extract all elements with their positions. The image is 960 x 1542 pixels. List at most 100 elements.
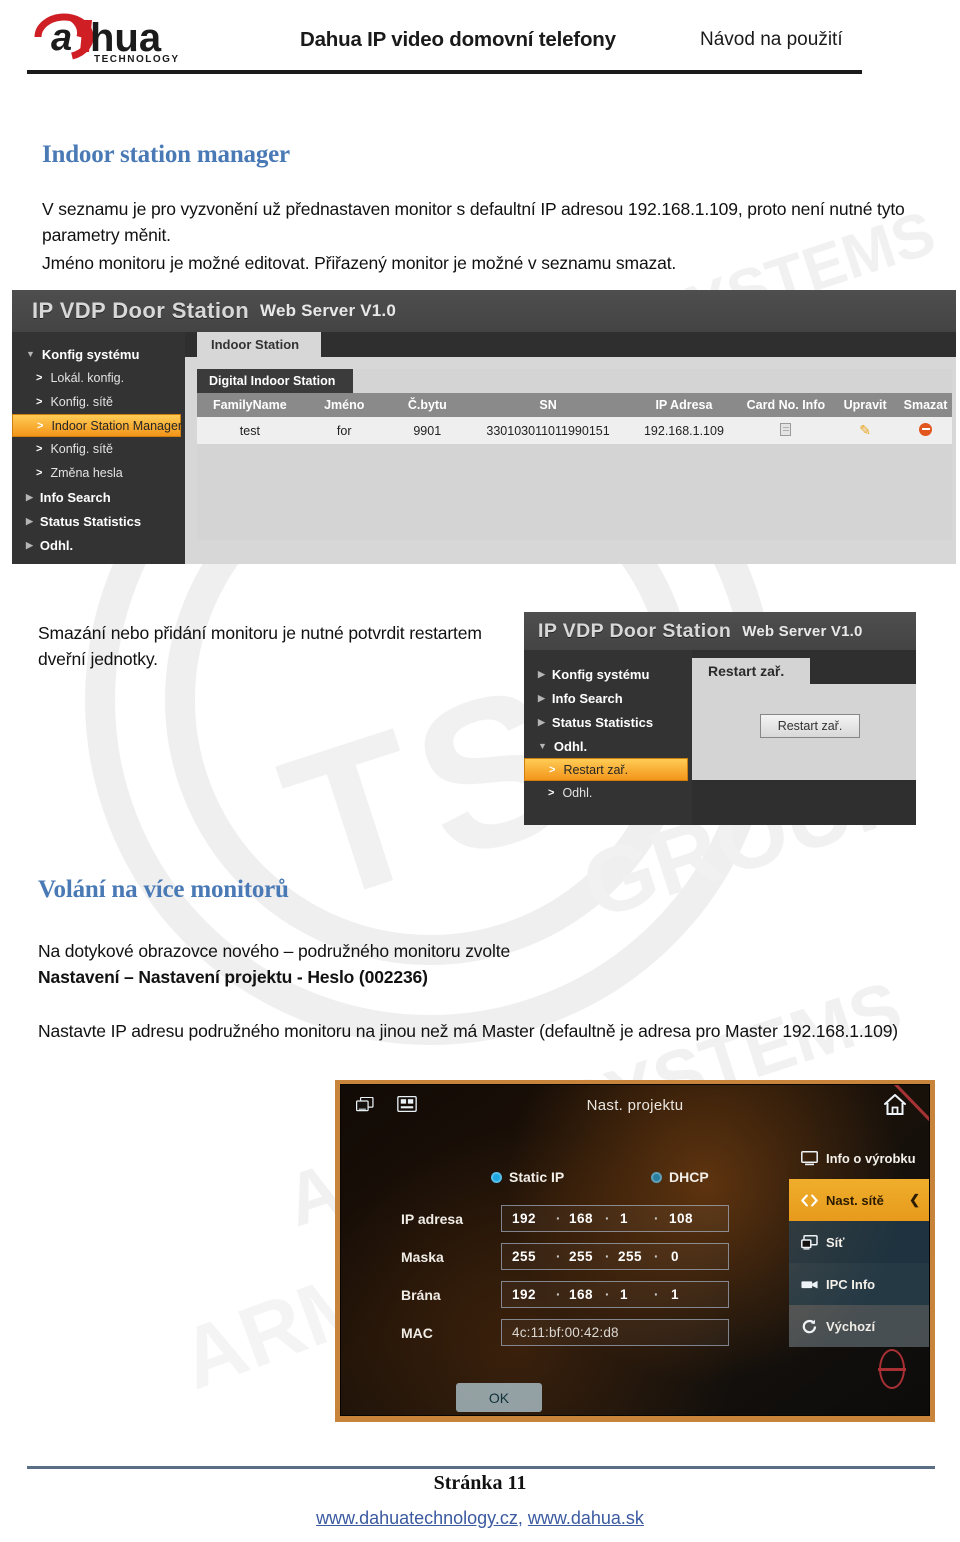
sidebar-item-odhl[interactable]: ▶ Odhl.: [12, 533, 185, 557]
cell-upravit[interactable]: ✎: [831, 417, 900, 444]
indoor-station-table: FamilyName Jméno Č.bytu SN IP Adresa Car…: [197, 393, 952, 444]
sidebar-item-label: Konfig. sítě: [50, 395, 113, 409]
home-icon[interactable]: [883, 1093, 907, 1116]
sidebar-item-konfig-systemu[interactable]: ▶ Konfig systému: [524, 662, 692, 686]
column-header-upravit: Upravit: [831, 393, 900, 417]
brana-input[interactable]: 192 · 168 · 1 · 1: [501, 1281, 729, 1308]
sidebar-item-odhl[interactable]: ▼ Odhl.: [524, 734, 692, 758]
sidebar-item-label: Konfig. sítě: [50, 442, 113, 456]
table-row[interactable]: test for 9901 330103011011990151 192.168…: [197, 417, 952, 444]
footer-page-label: Stránka 11: [421, 1472, 539, 1494]
caret-down-icon: ▼: [538, 741, 547, 751]
network-icon: [801, 1234, 818, 1250]
sidebar-item-zmena-hesla[interactable]: > Změna hesla: [12, 461, 185, 485]
caret-right-icon: ▶: [538, 668, 545, 679]
field-brana: Brána 192 · 168 · 1 · 1: [401, 1281, 729, 1308]
sidebar-item-label: Status Statistics: [39, 513, 142, 529]
side-item-label: Nast. sítě: [826, 1192, 884, 1208]
radio-static-ip[interactable]: Static IP: [491, 1169, 564, 1185]
side-item-label: IPC Info: [826, 1276, 876, 1292]
field-label: Maska: [401, 1248, 444, 1265]
ip-mode-radio-group: Static IP DHCP: [491, 1169, 771, 1189]
sidebar-item-indoor-station-manager[interactable]: > Indoor Station Manager: [12, 414, 183, 437]
chevron-right-icon: >: [548, 787, 555, 799]
field-label: MAC: [401, 1324, 433, 1341]
screen-side-menu: Info o výrobku Nast. sítě ❮ Síť IPC Info…: [789, 1137, 929, 1347]
link-dahua-sk[interactable]: www.dahua.sk: [528, 1508, 644, 1528]
cell-familyname: test: [197, 417, 303, 444]
paragraph-indoor-2: Jméno monitoru je možné editovat. Přiřaz…: [42, 253, 677, 273]
sidebar-item-konfig-site-2[interactable]: > Konfig. sítě: [12, 437, 185, 461]
cell-jmeno: for: [302, 417, 386, 444]
side-item-sit[interactable]: Síť: [789, 1221, 929, 1263]
header-subtitle: Návod na použití: [700, 29, 843, 50]
side-item-ipc-info[interactable]: IPC Info: [789, 1263, 929, 1305]
sidebar-item-lokal-konfig[interactable]: > Lokál. konfig.: [12, 366, 185, 390]
radio-label: DHCP: [669, 1169, 709, 1185]
monitor-icon: [801, 1150, 818, 1165]
tab-indoor-station[interactable]: Indoor Station: [197, 332, 322, 357]
sidebar-item-label: Změna hesla: [50, 466, 123, 480]
sidebar-item-status-statistics[interactable]: ▶ Status Statistics: [524, 710, 692, 734]
panel-empty-area: [197, 444, 952, 540]
ok-button[interactable]: OK: [456, 1383, 542, 1412]
link-dahuatechnology-cz[interactable]: www.dahuatechnology.cz: [316, 1508, 518, 1528]
gw-octet-4: 1: [671, 1287, 680, 1302]
column-header-sn: SN: [468, 393, 628, 417]
vdp-titlebar: IP VDP Door Station Web Server V1.0: [12, 290, 956, 332]
field-mac: MAC 4c:11:bf:00:42:d8: [401, 1319, 729, 1346]
column-header-familyname: FamilyName: [197, 393, 303, 417]
page-title-volani-na-vice-monitoru: Volání na více monitorů: [38, 876, 289, 903]
header-title: Dahua IP video domovní telefony: [300, 28, 616, 51]
chevron-right-icon: >: [549, 763, 556, 776]
vdp-sidebar: ▶ Konfig systému ▶ Info Search ▶ Status …: [524, 650, 692, 825]
sidebar-item-konfig-site-1[interactable]: > Konfig. sítě: [12, 390, 185, 414]
radio-dot-icon: [651, 1171, 662, 1183]
monitor-screen: Nast. projektu Static IP DHCP IP adresa …: [340, 1084, 930, 1416]
cell-card-no-info[interactable]: [740, 417, 832, 444]
sidebar-item-label: Restart zař.: [563, 762, 629, 777]
sidebar-item-odhl-sub[interactable]: > Odhl.: [524, 781, 692, 805]
pencil-icon[interactable]: ✎: [859, 422, 871, 438]
ip-octet-3: 1: [620, 1211, 629, 1226]
side-item-vychozi[interactable]: Výchozí: [789, 1305, 929, 1347]
sidebar-item-label: Indoor Station Manager: [51, 418, 183, 433]
sidebar-item-info-search[interactable]: ▶ Info Search: [12, 485, 185, 509]
restart-pane: Restart zař.: [692, 684, 916, 780]
document-icon[interactable]: [780, 422, 792, 436]
sidebar-item-info-search[interactable]: ▶ Info Search: [524, 686, 692, 710]
restart-content: Restart zař. Restart zař.: [692, 650, 916, 825]
delete-circle-icon[interactable]: [919, 422, 933, 436]
side-item-info-o-vyrobku[interactable]: Info o výrobku: [789, 1137, 929, 1179]
caret-right-icon: ▶: [26, 491, 33, 502]
paragraph-restart-note: Smazání nebo přidání monitoru je nutné p…: [38, 623, 482, 669]
vdp-version: Web Server V1.0: [742, 622, 863, 640]
field-ip-adresa: IP adresa 192 · 168 · 1 · 108: [401, 1205, 729, 1232]
cell-smazat[interactable]: [899, 417, 952, 444]
photo-monitor-project-settings: Nast. projektu Static IP DHCP IP adresa …: [335, 1080, 935, 1422]
side-item-nast-site[interactable]: Nast. sítě ❮: [789, 1179, 929, 1221]
caret-down-icon: ▼: [26, 349, 35, 359]
sidebar-item-status-statistics[interactable]: ▶ Status Statistics: [12, 509, 185, 533]
restart-device-button[interactable]: Restart zař.: [760, 714, 860, 738]
side-item-label: Výchozí: [826, 1318, 876, 1334]
chevron-right-icon: >: [36, 372, 43, 384]
sidebar-item-restart-zar[interactable]: > Restart zař.: [524, 758, 688, 781]
cell-cbytu: 9901: [385, 417, 469, 444]
radio-dhcp[interactable]: DHCP: [651, 1169, 709, 1185]
sidebar-item-label: Status Statistics: [551, 714, 654, 730]
page-header: a hua TECHNOLOGY Dahua IP video domovní …: [0, 0, 960, 76]
sidebar-item-label: Info Search: [551, 690, 623, 706]
ip-adresa-input[interactable]: 192 · 168 · 1 · 108: [501, 1205, 729, 1232]
page-title-indoor-station-manager: Indoor station manager: [42, 141, 290, 168]
ip-octet-2: 168: [569, 1211, 594, 1226]
column-header-jmeno: Jméno: [302, 393, 386, 417]
tab-restart-zar[interactable]: Restart zař.: [692, 658, 811, 684]
field-label: Brána: [401, 1286, 441, 1303]
chevron-right-icon: >: [36, 396, 43, 408]
screenshot-indoor-station-manager: IP VDP Door Station Web Server V1.0 ▼ Ko…: [12, 290, 956, 564]
vdp-brand: IP VDP Door Station: [32, 298, 250, 323]
paragraph-indoor-1: V seznamu je pro vyzvonění už přednastav…: [42, 199, 905, 245]
maska-input[interactable]: 255 · 255 · 255 · 0: [501, 1243, 729, 1270]
sidebar-item-konfig-systemu[interactable]: ▼ Konfig systému: [12, 342, 185, 366]
